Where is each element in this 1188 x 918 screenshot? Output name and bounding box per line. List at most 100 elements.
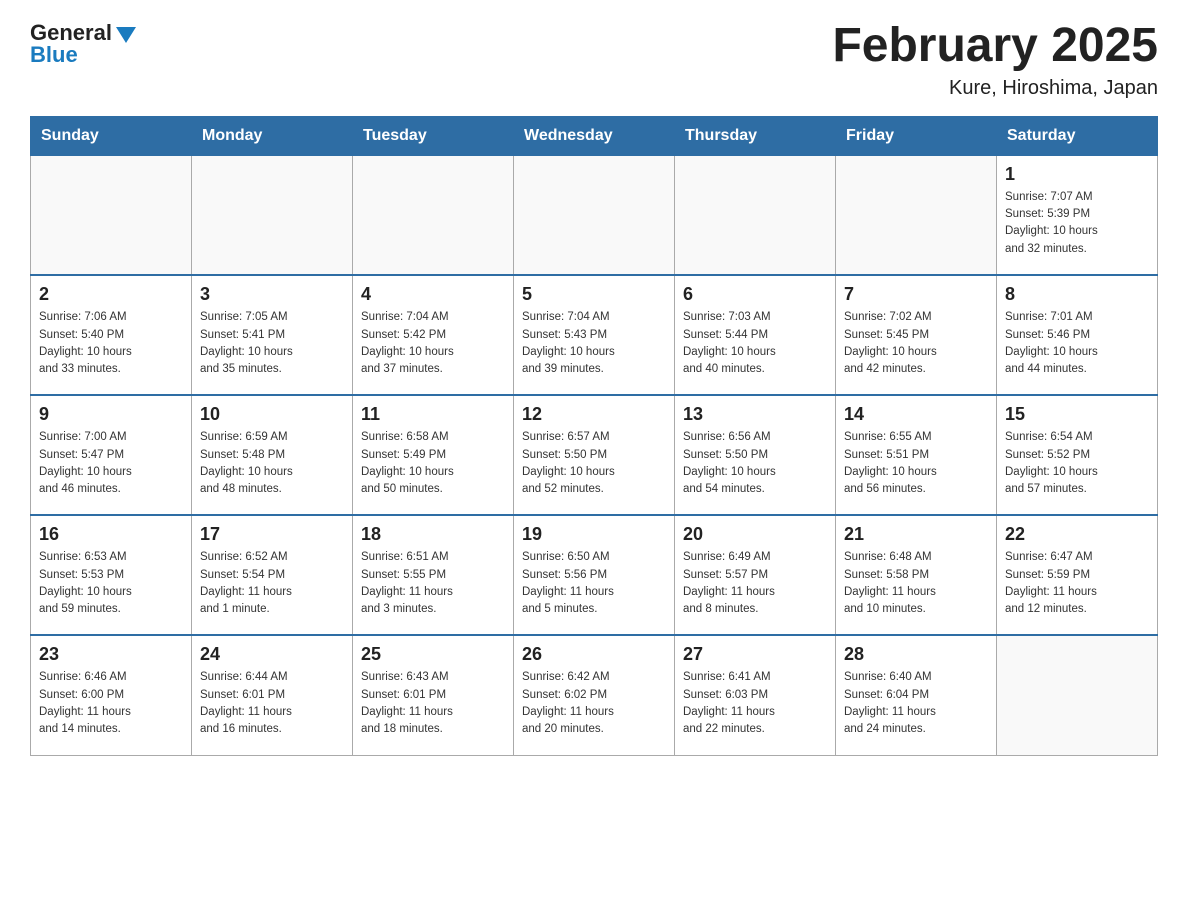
calendar-cell: 2 Sunrise: 7:06 AM Sunset: 5:40 PM Daylig… <box>31 275 192 395</box>
calendar-cell: 25Sunrise: 6:43 AM Sunset: 6:01 PM Dayli… <box>353 635 514 755</box>
calendar-cell: 17 Sunrise: 6:52 AM Sunset: 5:54 PM Dayli… <box>192 515 353 635</box>
day-of-week-header: Wednesday <box>514 116 675 155</box>
day-number: 13 <box>683 404 827 425</box>
calendar-cell: 20 Sunrise: 6:49 AM Sunset: 5:57 PM Dayli… <box>675 515 836 635</box>
calendar-cell <box>31 155 192 275</box>
calendar-header-row: SundayMondayTuesdayWednesdayThursdayFrid… <box>31 116 1158 155</box>
day-info: Sunrise: 6:51 AM Sunset: 5:55 PM Dayligh… <box>361 549 505 618</box>
day-number: 22 <box>1005 524 1149 545</box>
day-number: 19 <box>522 524 666 545</box>
day-number: 7 <box>844 284 988 305</box>
calendar-cell: 1 Sunrise: 7:07 AM Sunset: 5:39 PM Daylig… <box>997 155 1158 275</box>
day-number: 2 <box>39 284 183 305</box>
calendar-week-row: 1 Sunrise: 7:07 AM Sunset: 5:39 PM Daylig… <box>31 155 1158 275</box>
calendar-cell: 28 Sunrise: 6:40 AM Sunset: 6:04 PM Dayli… <box>836 635 997 755</box>
calendar-cell: 12 Sunrise: 6:57 AM Sunset: 5:50 PM Dayli… <box>514 395 675 515</box>
calendar-cell: 22 Sunrise: 6:47 AM Sunset: 5:59 PM Dayli… <box>997 515 1158 635</box>
day-info: Sunrise: 7:03 AM Sunset: 5:44 PM Dayligh… <box>683 309 827 378</box>
day-number: 10 <box>200 404 344 425</box>
day-of-week-header: Saturday <box>997 116 1158 155</box>
day-number: 14 <box>844 404 988 425</box>
calendar-cell: 9Sunrise: 7:00 AM Sunset: 5:47 PM Daylig… <box>31 395 192 515</box>
day-number: 4 <box>361 284 505 305</box>
calendar-cell: 5Sunrise: 7:04 AM Sunset: 5:43 PM Daylig… <box>514 275 675 395</box>
calendar-cell: 10 Sunrise: 6:59 AM Sunset: 5:48 PM Dayli… <box>192 395 353 515</box>
day-number: 11 <box>361 404 505 425</box>
day-number: 12 <box>522 404 666 425</box>
day-number: 3 <box>200 284 344 305</box>
day-info: Sunrise: 6:48 AM Sunset: 5:58 PM Dayligh… <box>844 549 988 618</box>
day-info: Sunrise: 6:54 AM Sunset: 5:52 PM Dayligh… <box>1005 429 1149 498</box>
day-info: Sunrise: 6:58 AM Sunset: 5:49 PM Dayligh… <box>361 429 505 498</box>
day-number: 26 <box>522 644 666 665</box>
day-of-week-header: Tuesday <box>353 116 514 155</box>
calendar-cell: 23 Sunrise: 6:46 AM Sunset: 6:00 PM Dayli… <box>31 635 192 755</box>
calendar-subtitle: Kure, Hiroshima, Japan <box>832 77 1158 100</box>
day-info: Sunrise: 6:42 AM Sunset: 6:02 PM Dayligh… <box>522 669 666 738</box>
calendar-cell <box>514 155 675 275</box>
day-number: 15 <box>1005 404 1149 425</box>
day-number: 8 <box>1005 284 1149 305</box>
day-of-week-header: Thursday <box>675 116 836 155</box>
calendar-cell: 16 Sunrise: 6:53 AM Sunset: 5:53 PM Dayli… <box>31 515 192 635</box>
day-info: Sunrise: 7:02 AM Sunset: 5:45 PM Dayligh… <box>844 309 988 378</box>
day-number: 17 <box>200 524 344 545</box>
day-number: 6 <box>683 284 827 305</box>
calendar-cell: 4 Sunrise: 7:04 AM Sunset: 5:42 PM Daylig… <box>353 275 514 395</box>
calendar-week-row: 23 Sunrise: 6:46 AM Sunset: 6:00 PM Dayli… <box>31 635 1158 755</box>
day-info: Sunrise: 6:41 AM Sunset: 6:03 PM Dayligh… <box>683 669 827 738</box>
calendar-cell <box>997 635 1158 755</box>
day-number: 1 <box>1005 164 1149 185</box>
day-of-week-header: Friday <box>836 116 997 155</box>
calendar-cell: 26 Sunrise: 6:42 AM Sunset: 6:02 PM Dayli… <box>514 635 675 755</box>
calendar-cell: 18 Sunrise: 6:51 AM Sunset: 5:55 PM Dayli… <box>353 515 514 635</box>
day-info: Sunrise: 7:05 AM Sunset: 5:41 PM Dayligh… <box>200 309 344 378</box>
day-info: Sunrise: 6:56 AM Sunset: 5:50 PM Dayligh… <box>683 429 827 498</box>
page-header: General Blue February 2025 Kure, Hiroshi… <box>30 20 1158 100</box>
title-block: February 2025 Kure, Hiroshima, Japan <box>832 20 1158 100</box>
calendar-week-row: 2 Sunrise: 7:06 AM Sunset: 5:40 PM Daylig… <box>31 275 1158 395</box>
calendar-cell <box>675 155 836 275</box>
day-info: Sunrise: 7:07 AM Sunset: 5:39 PM Dayligh… <box>1005 189 1149 258</box>
calendar-cell: 14Sunrise: 6:55 AM Sunset: 5:51 PM Dayli… <box>836 395 997 515</box>
calendar-cell: 7 Sunrise: 7:02 AM Sunset: 5:45 PM Daylig… <box>836 275 997 395</box>
day-info: Sunrise: 6:40 AM Sunset: 6:04 PM Dayligh… <box>844 669 988 738</box>
day-number: 23 <box>39 644 183 665</box>
logo: General Blue <box>30 20 136 68</box>
day-number: 9 <box>39 404 183 425</box>
calendar-cell: 27 Sunrise: 6:41 AM Sunset: 6:03 PM Dayli… <box>675 635 836 755</box>
day-info: Sunrise: 7:04 AM Sunset: 5:43 PM Dayligh… <box>522 309 666 378</box>
day-number: 18 <box>361 524 505 545</box>
day-number: 16 <box>39 524 183 545</box>
calendar-title: February 2025 <box>832 20 1158 73</box>
calendar-cell: 8Sunrise: 7:01 AM Sunset: 5:46 PM Daylig… <box>997 275 1158 395</box>
calendar-cell <box>353 155 514 275</box>
day-info: Sunrise: 6:44 AM Sunset: 6:01 PM Dayligh… <box>200 669 344 738</box>
day-info: Sunrise: 7:04 AM Sunset: 5:42 PM Dayligh… <box>361 309 505 378</box>
day-info: Sunrise: 6:52 AM Sunset: 5:54 PM Dayligh… <box>200 549 344 618</box>
day-info: Sunrise: 6:47 AM Sunset: 5:59 PM Dayligh… <box>1005 549 1149 618</box>
calendar-week-row: 9Sunrise: 7:00 AM Sunset: 5:47 PM Daylig… <box>31 395 1158 515</box>
calendar-cell: 15 Sunrise: 6:54 AM Sunset: 5:52 PM Dayli… <box>997 395 1158 515</box>
day-of-week-header: Sunday <box>31 116 192 155</box>
day-info: Sunrise: 6:46 AM Sunset: 6:00 PM Dayligh… <box>39 669 183 738</box>
calendar-cell <box>192 155 353 275</box>
day-of-week-header: Monday <box>192 116 353 155</box>
day-number: 27 <box>683 644 827 665</box>
day-info: Sunrise: 6:57 AM Sunset: 5:50 PM Dayligh… <box>522 429 666 498</box>
day-info: Sunrise: 6:59 AM Sunset: 5:48 PM Dayligh… <box>200 429 344 498</box>
day-info: Sunrise: 6:50 AM Sunset: 5:56 PM Dayligh… <box>522 549 666 618</box>
day-number: 20 <box>683 524 827 545</box>
day-info: Sunrise: 6:53 AM Sunset: 5:53 PM Dayligh… <box>39 549 183 618</box>
calendar-week-row: 16 Sunrise: 6:53 AM Sunset: 5:53 PM Dayli… <box>31 515 1158 635</box>
calendar-cell: 21 Sunrise: 6:48 AM Sunset: 5:58 PM Dayli… <box>836 515 997 635</box>
logo-arrow-icon <box>116 27 136 43</box>
day-number: 25 <box>361 644 505 665</box>
day-number: 21 <box>844 524 988 545</box>
calendar-cell: 19 Sunrise: 6:50 AM Sunset: 5:56 PM Dayli… <box>514 515 675 635</box>
day-number: 24 <box>200 644 344 665</box>
day-info: Sunrise: 6:49 AM Sunset: 5:57 PM Dayligh… <box>683 549 827 618</box>
day-number: 28 <box>844 644 988 665</box>
day-info: Sunrise: 7:06 AM Sunset: 5:40 PM Dayligh… <box>39 309 183 378</box>
calendar-cell: 3 Sunrise: 7:05 AM Sunset: 5:41 PM Daylig… <box>192 275 353 395</box>
